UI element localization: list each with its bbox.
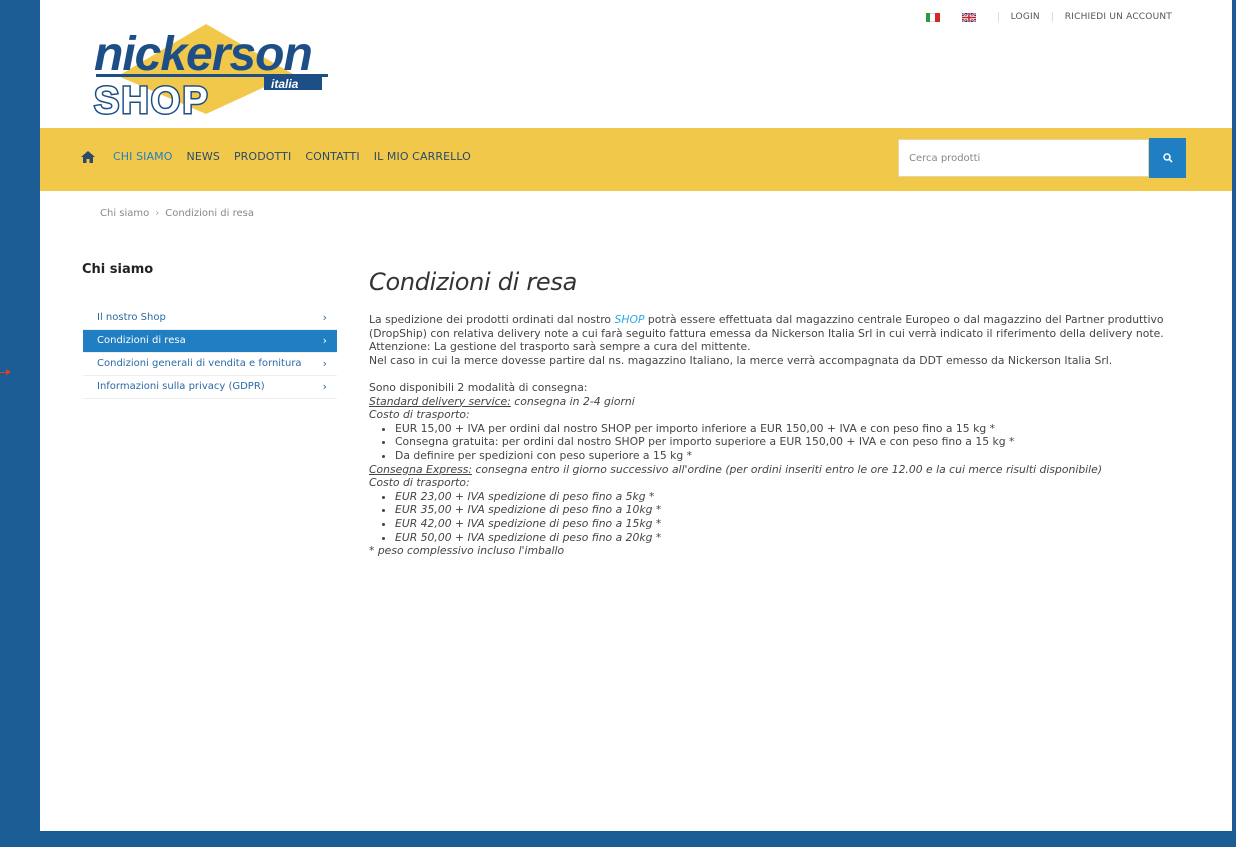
breadcrumb-item-chi-siamo[interactable]: Chi siamo xyxy=(100,208,149,219)
sidebar-item-condizioni-di-resa[interactable]: Condizioni di resa › xyxy=(83,330,337,353)
nav-item-prodotti[interactable]: PRODOTTI xyxy=(234,150,291,163)
list-item: Da definire per spedizioni con peso supe… xyxy=(395,449,1194,463)
page-title: Condizioni di resa xyxy=(369,268,577,296)
attention-note: Attenzione: La gestione del trasporto sa… xyxy=(369,340,751,354)
chevron-right-icon: › xyxy=(322,334,327,347)
sidebar-title: Chi siamo xyxy=(82,262,154,277)
nav-item-news[interactable]: NEWS xyxy=(187,150,220,163)
chevron-right-icon: › xyxy=(322,380,327,393)
intro-paragraph: La spedizione dei prodotti ordinati dal … xyxy=(369,313,1164,340)
chevron-right-icon: › xyxy=(322,311,327,324)
list-item: EUR 23,00 + IVA spedizione di peso fino … xyxy=(395,490,1194,504)
page-container: nickerson italia SHOP LOGIN RICHIEDI UN … xyxy=(40,0,1232,831)
delivery-modes-intro: Sono disponibili 2 modalità di consegna: xyxy=(369,380,588,394)
list-item: Consegna gratuita: per ordini dal nostro… xyxy=(395,435,1194,449)
breadcrumb-separator-icon: › xyxy=(155,208,160,219)
list-item: EUR 42,00 + IVA spedizione di peso fino … xyxy=(395,517,1194,531)
search-input[interactable] xyxy=(898,139,1149,177)
list-item: EUR 50,00 + IVA spedizione di peso fino … xyxy=(395,531,1194,545)
standard-delivery-line: Standard delivery service: consegna in 2… xyxy=(369,394,635,408)
top-links: LOGIN RICHIEDI UN ACCOUNT xyxy=(925,12,1184,22)
search-icon xyxy=(1162,153,1173,163)
express-cost-label: Costo di trasporto: xyxy=(369,476,470,490)
chevron-right-icon: › xyxy=(322,357,327,370)
login-link[interactable]: LOGIN xyxy=(997,12,1052,22)
standard-cost-list: EUR 15,00 + IVA per ordini dal nostro SH… xyxy=(369,422,1194,463)
home-icon[interactable] xyxy=(81,150,95,163)
weight-footnote: * peso complessivo incluso l'imballo xyxy=(369,544,565,558)
svg-text:SHOP: SHOP xyxy=(94,80,210,118)
sidebar-item-il-nostro-shop[interactable]: Il nostro Shop › xyxy=(83,307,337,330)
standard-cost-label: Costo di trasporto: xyxy=(369,408,470,422)
search-button[interactable] xyxy=(1149,138,1186,178)
express-cost-list: EUR 23,00 + IVA spedizione di peso fino … xyxy=(369,490,1194,544)
nav-item-carrello[interactable]: IL MIO CARRELLO xyxy=(374,150,471,163)
breadcrumb-item-current: Condizioni di resa xyxy=(165,208,254,219)
main-content: Condizioni di resa La spedizione dei pro… xyxy=(369,268,1194,558)
shop-link[interactable]: SHOP xyxy=(614,313,644,326)
pointer-arrow-icon xyxy=(0,369,11,375)
breadcrumb: Chi siamo › Condizioni di resa xyxy=(100,208,254,219)
italian-flag-icon[interactable] xyxy=(925,12,940,22)
standard-delivery-link[interactable]: Standard delivery service: xyxy=(369,395,511,408)
list-item: EUR 15,00 + IVA per ordini dal nostro SH… xyxy=(395,422,1194,436)
main-navbar: CHI SIAMO NEWS PRODOTTI CONTATTI IL MIO … xyxy=(40,128,1232,191)
svg-text:nickerson: nickerson xyxy=(94,28,312,81)
svg-text:italia: italia xyxy=(271,77,299,91)
ddt-paragraph: Nel caso in cui la merce dovesse partire… xyxy=(369,353,1113,367)
nickerson-shop-logo[interactable]: nickerson italia SHOP xyxy=(88,18,338,124)
express-delivery-line: Consegna Express: consegna entro il gior… xyxy=(369,462,1103,476)
sidebar-item-privacy[interactable]: Informazioni sulla privacy (GDPR) › xyxy=(83,376,337,399)
list-item: EUR 35,00 + IVA spedizione di peso fino … xyxy=(395,503,1194,517)
express-delivery-link[interactable]: Consegna Express: xyxy=(369,463,472,476)
nav-item-contatti[interactable]: CONTATTI xyxy=(305,150,359,163)
sidebar-menu: Il nostro Shop › Condizioni di resa › Cond… xyxy=(83,307,337,399)
sidebar-item-condizioni-generali[interactable]: Condizioni generali di vendita e fornitu… xyxy=(83,353,337,376)
nav-item-chi-siamo[interactable]: CHI SIAMO xyxy=(113,150,173,163)
request-account-link[interactable]: RICHIEDI UN ACCOUNT xyxy=(1051,12,1184,22)
uk-flag-icon[interactable] xyxy=(961,12,976,22)
